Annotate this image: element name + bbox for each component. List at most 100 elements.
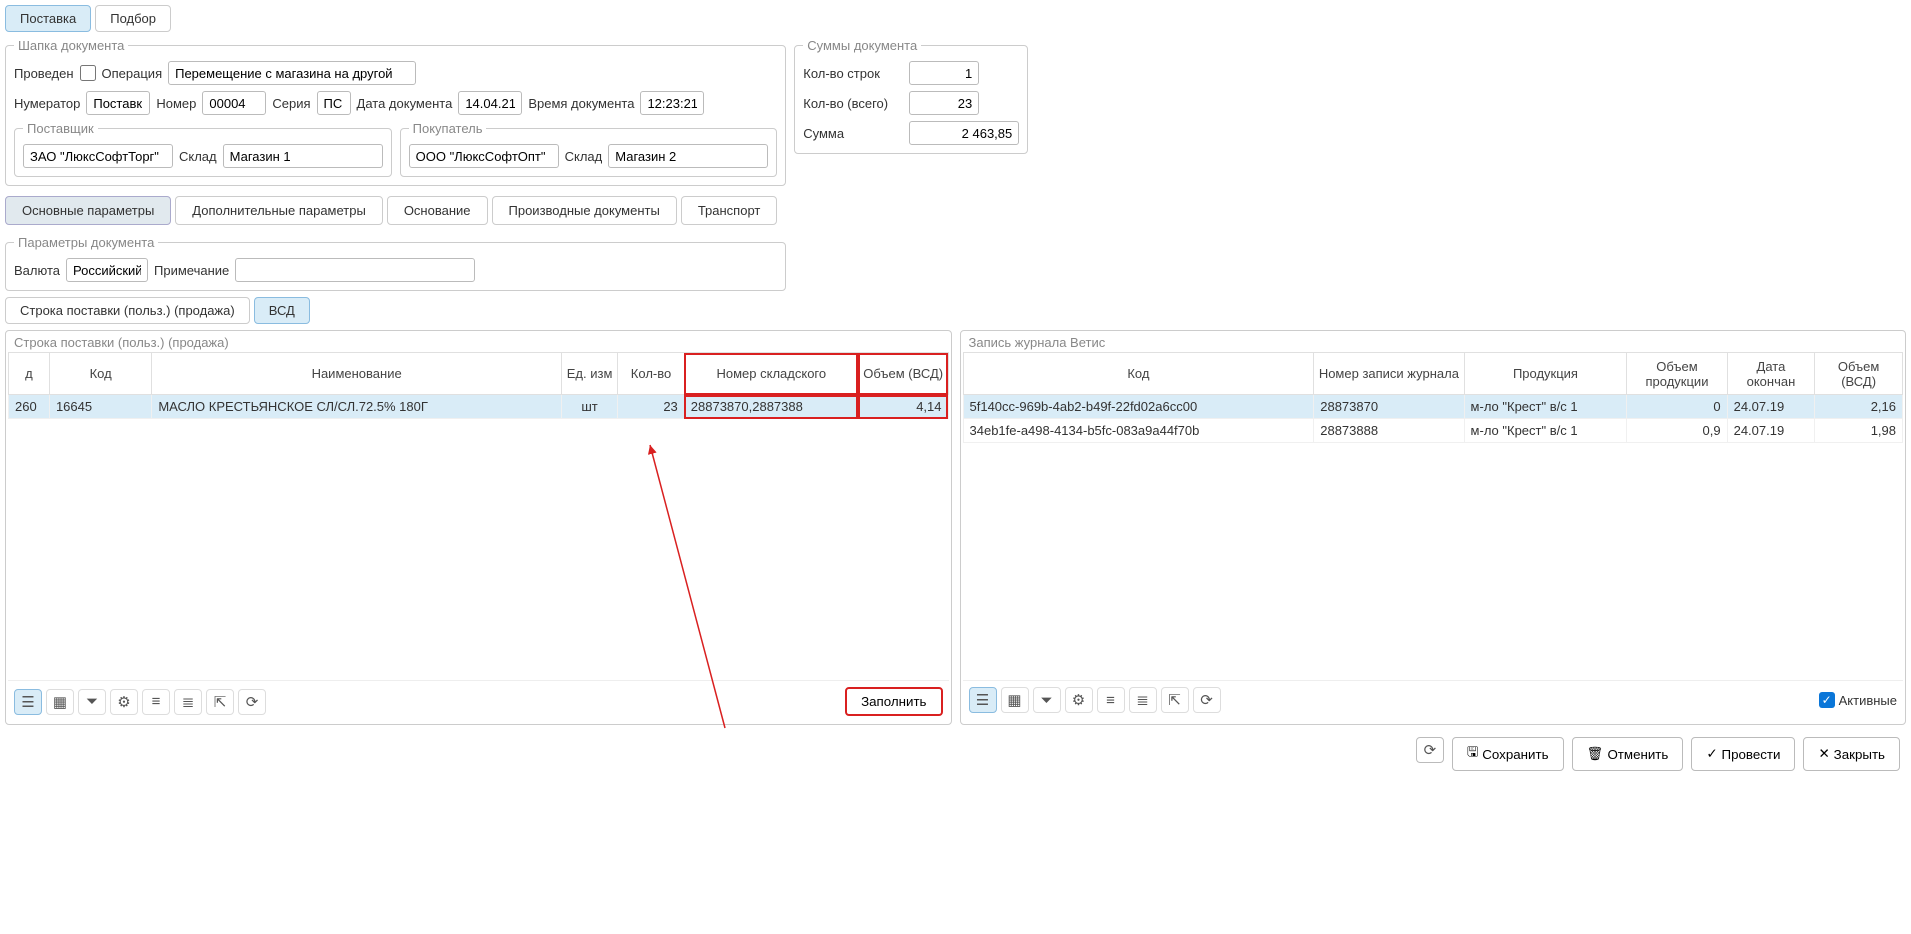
left-col-code[interactable]: Код (49, 353, 151, 395)
qty-total-label: Кол-во (всего) (803, 96, 903, 111)
conduct-button[interactable]: ✓Провести (1691, 737, 1795, 771)
left-grid[interactable]: д Код Наименование Ед. изм Кол-во Номер … (8, 352, 949, 680)
list-collapse-icon[interactable]: ≡ (142, 689, 170, 715)
filter-icon[interactable]: ⏷ (1033, 687, 1061, 713)
param-tab-extra[interactable]: Дополнительные параметры (175, 196, 383, 225)
left-col-vsd-vol[interactable]: Объем (ВСД) (858, 353, 948, 395)
param-tab-basis[interactable]: Основание (387, 196, 488, 225)
supplier-fieldset: Поставщик Склад (14, 121, 392, 177)
refresh-list-icon[interactable]: ⟳ (238, 689, 266, 715)
active-label: Активные (1839, 693, 1897, 708)
right-col-end-date[interactable]: Дата окончан (1727, 353, 1815, 395)
series-label: Серия (272, 96, 310, 111)
left-col-qty[interactable]: Кол-во (618, 353, 685, 395)
export-icon[interactable]: ⇱ (206, 689, 234, 715)
left-col-stock-no[interactable]: Номер складского (684, 353, 858, 395)
supplier-stock-input[interactable] (223, 144, 383, 168)
list-view-icon[interactable]: ☰ (14, 689, 42, 715)
header-fieldset: Шапка документа Проведен Операция Нумера… (5, 38, 786, 186)
currency-label: Валюта (14, 263, 60, 278)
left-grid-legend: Строка поставки (польз.) (продажа) (8, 333, 949, 352)
supplier-input[interactable] (23, 144, 173, 168)
table-row[interactable]: 5f140cc-969b-4ab2-b49f-22fd02a6cc0028873… (963, 395, 1903, 419)
sub-tab-vsd[interactable]: ВСД (254, 297, 310, 324)
save-icon: 🖫 (1467, 743, 1478, 765)
header-legend: Шапка документа (14, 38, 128, 53)
time-label: Время документа (528, 96, 634, 111)
buyer-input[interactable] (409, 144, 559, 168)
table-row[interactable]: 34eb1fe-a498-4134-b5fc-083a9a44f70b28873… (963, 419, 1903, 443)
sum-label: Сумма (803, 126, 903, 141)
footer: ⟳ 🖫Сохранить 🗑Отменить ✓Провести ✕Закрыт… (5, 731, 1906, 777)
save-button[interactable]: 🖫Сохранить (1452, 737, 1564, 771)
operation-input[interactable] (168, 61, 416, 85)
right-toolbar: ☰ ▦ ⏷ ⚙ ≡ ≣ ⇱ ⟳ ✓ Активные (963, 680, 1904, 719)
left-col-d[interactable]: д (9, 353, 50, 395)
operation-label: Операция (102, 66, 163, 81)
note-label: Примечание (154, 263, 229, 278)
doc-params-legend: Параметры документа (14, 235, 158, 250)
buyer-stock-label: Склад (565, 149, 603, 164)
numerator-input[interactable] (86, 91, 150, 115)
conducted-checkbox[interactable] (80, 65, 96, 81)
left-toolbar: ☰ ▦ ⏷ ⚙ ≡ ≣ ⇱ ⟳ Заполнить (8, 680, 949, 722)
active-checkbox[interactable]: ✓ (1819, 692, 1835, 708)
gear-icon[interactable]: ⚙ (1065, 687, 1093, 713)
fill-button[interactable]: Заполнить (845, 687, 942, 716)
note-input[interactable] (235, 258, 475, 282)
cancel-button[interactable]: 🗑Отменить (1572, 737, 1684, 771)
right-col-vsd-vol[interactable]: Объем (ВСД) (1815, 353, 1903, 395)
refresh-icon[interactable]: ⟳ (1416, 737, 1444, 763)
rows-count-input[interactable] (909, 61, 979, 85)
right-col-journal-no[interactable]: Номер записи журнала (1314, 353, 1464, 395)
buyer-fieldset: Покупатель Склад (400, 121, 778, 177)
conducted-label: Проведен (14, 66, 74, 81)
close-button[interactable]: ✕Закрыть (1803, 737, 1900, 771)
date-input[interactable] (458, 91, 522, 115)
export-icon[interactable]: ⇱ (1161, 687, 1189, 713)
left-col-unit[interactable]: Ед. изм (561, 353, 617, 395)
table-row[interactable]: 26016645МАСЛО КРЕСТЬЯНСКОЕ СЛ/СЛ.72.5% 1… (9, 395, 949, 419)
sums-fieldset: Суммы документа Кол-во строк Кол-во (все… (794, 38, 1028, 154)
numerator-label: Нумератор (14, 96, 80, 111)
gear-icon[interactable]: ⚙ (110, 689, 138, 715)
date-label: Дата документа (357, 96, 453, 111)
qty-total-input[interactable] (909, 91, 979, 115)
param-tab-transport[interactable]: Транспорт (681, 196, 778, 225)
supplier-stock-label: Склад (179, 149, 217, 164)
sub-tabs: Строка поставки (польз.) (продажа) ВСД (5, 297, 1906, 324)
check-icon: ✓ (1706, 746, 1717, 762)
buyer-stock-input[interactable] (608, 144, 768, 168)
right-grid[interactable]: Код Номер записи журнала Продукция Объем… (963, 352, 1904, 680)
param-tab-main[interactable]: Основные параметры (5, 196, 171, 225)
top-tab-row: Поставка Подбор (5, 5, 1906, 32)
trash-icon: 🗑 (1587, 746, 1604, 762)
sum-input[interactable] (909, 121, 1019, 145)
series-input[interactable] (317, 91, 351, 115)
sub-tab-line[interactable]: Строка поставки (польз.) (продажа) (5, 297, 250, 324)
grid-view-icon[interactable]: ▦ (1001, 687, 1029, 713)
right-col-product[interactable]: Продукция (1464, 353, 1627, 395)
buyer-legend: Покупатель (409, 121, 487, 136)
list-view-icon[interactable]: ☰ (969, 687, 997, 713)
param-tabs: Основные параметры Дополнительные параме… (5, 196, 786, 225)
number-label: Номер (156, 96, 196, 111)
time-input[interactable] (640, 91, 704, 115)
number-input[interactable] (202, 91, 266, 115)
grid-view-icon[interactable]: ▦ (46, 689, 74, 715)
right-grid-fieldset: Запись журнала Ветис Код Номер записи жу… (960, 330, 1907, 725)
tab-podbor[interactable]: Подбор (95, 5, 171, 32)
left-col-name[interactable]: Наименование (152, 353, 562, 395)
refresh-list-icon[interactable]: ⟳ (1193, 687, 1221, 713)
list-add-icon[interactable]: ≣ (174, 689, 202, 715)
currency-input[interactable] (66, 258, 148, 282)
tab-postavka[interactable]: Поставка (5, 5, 91, 32)
param-tab-derived[interactable]: Производные документы (492, 196, 677, 225)
list-collapse-icon[interactable]: ≡ (1097, 687, 1125, 713)
list-add-icon[interactable]: ≣ (1129, 687, 1157, 713)
doc-params-fieldset: Параметры документа Валюта Примечание (5, 235, 786, 291)
supplier-legend: Поставщик (23, 121, 98, 136)
filter-icon[interactable]: ⏷ (78, 689, 106, 715)
right-col-prod-vol[interactable]: Объем продукции (1627, 353, 1727, 395)
right-col-code[interactable]: Код (963, 353, 1314, 395)
